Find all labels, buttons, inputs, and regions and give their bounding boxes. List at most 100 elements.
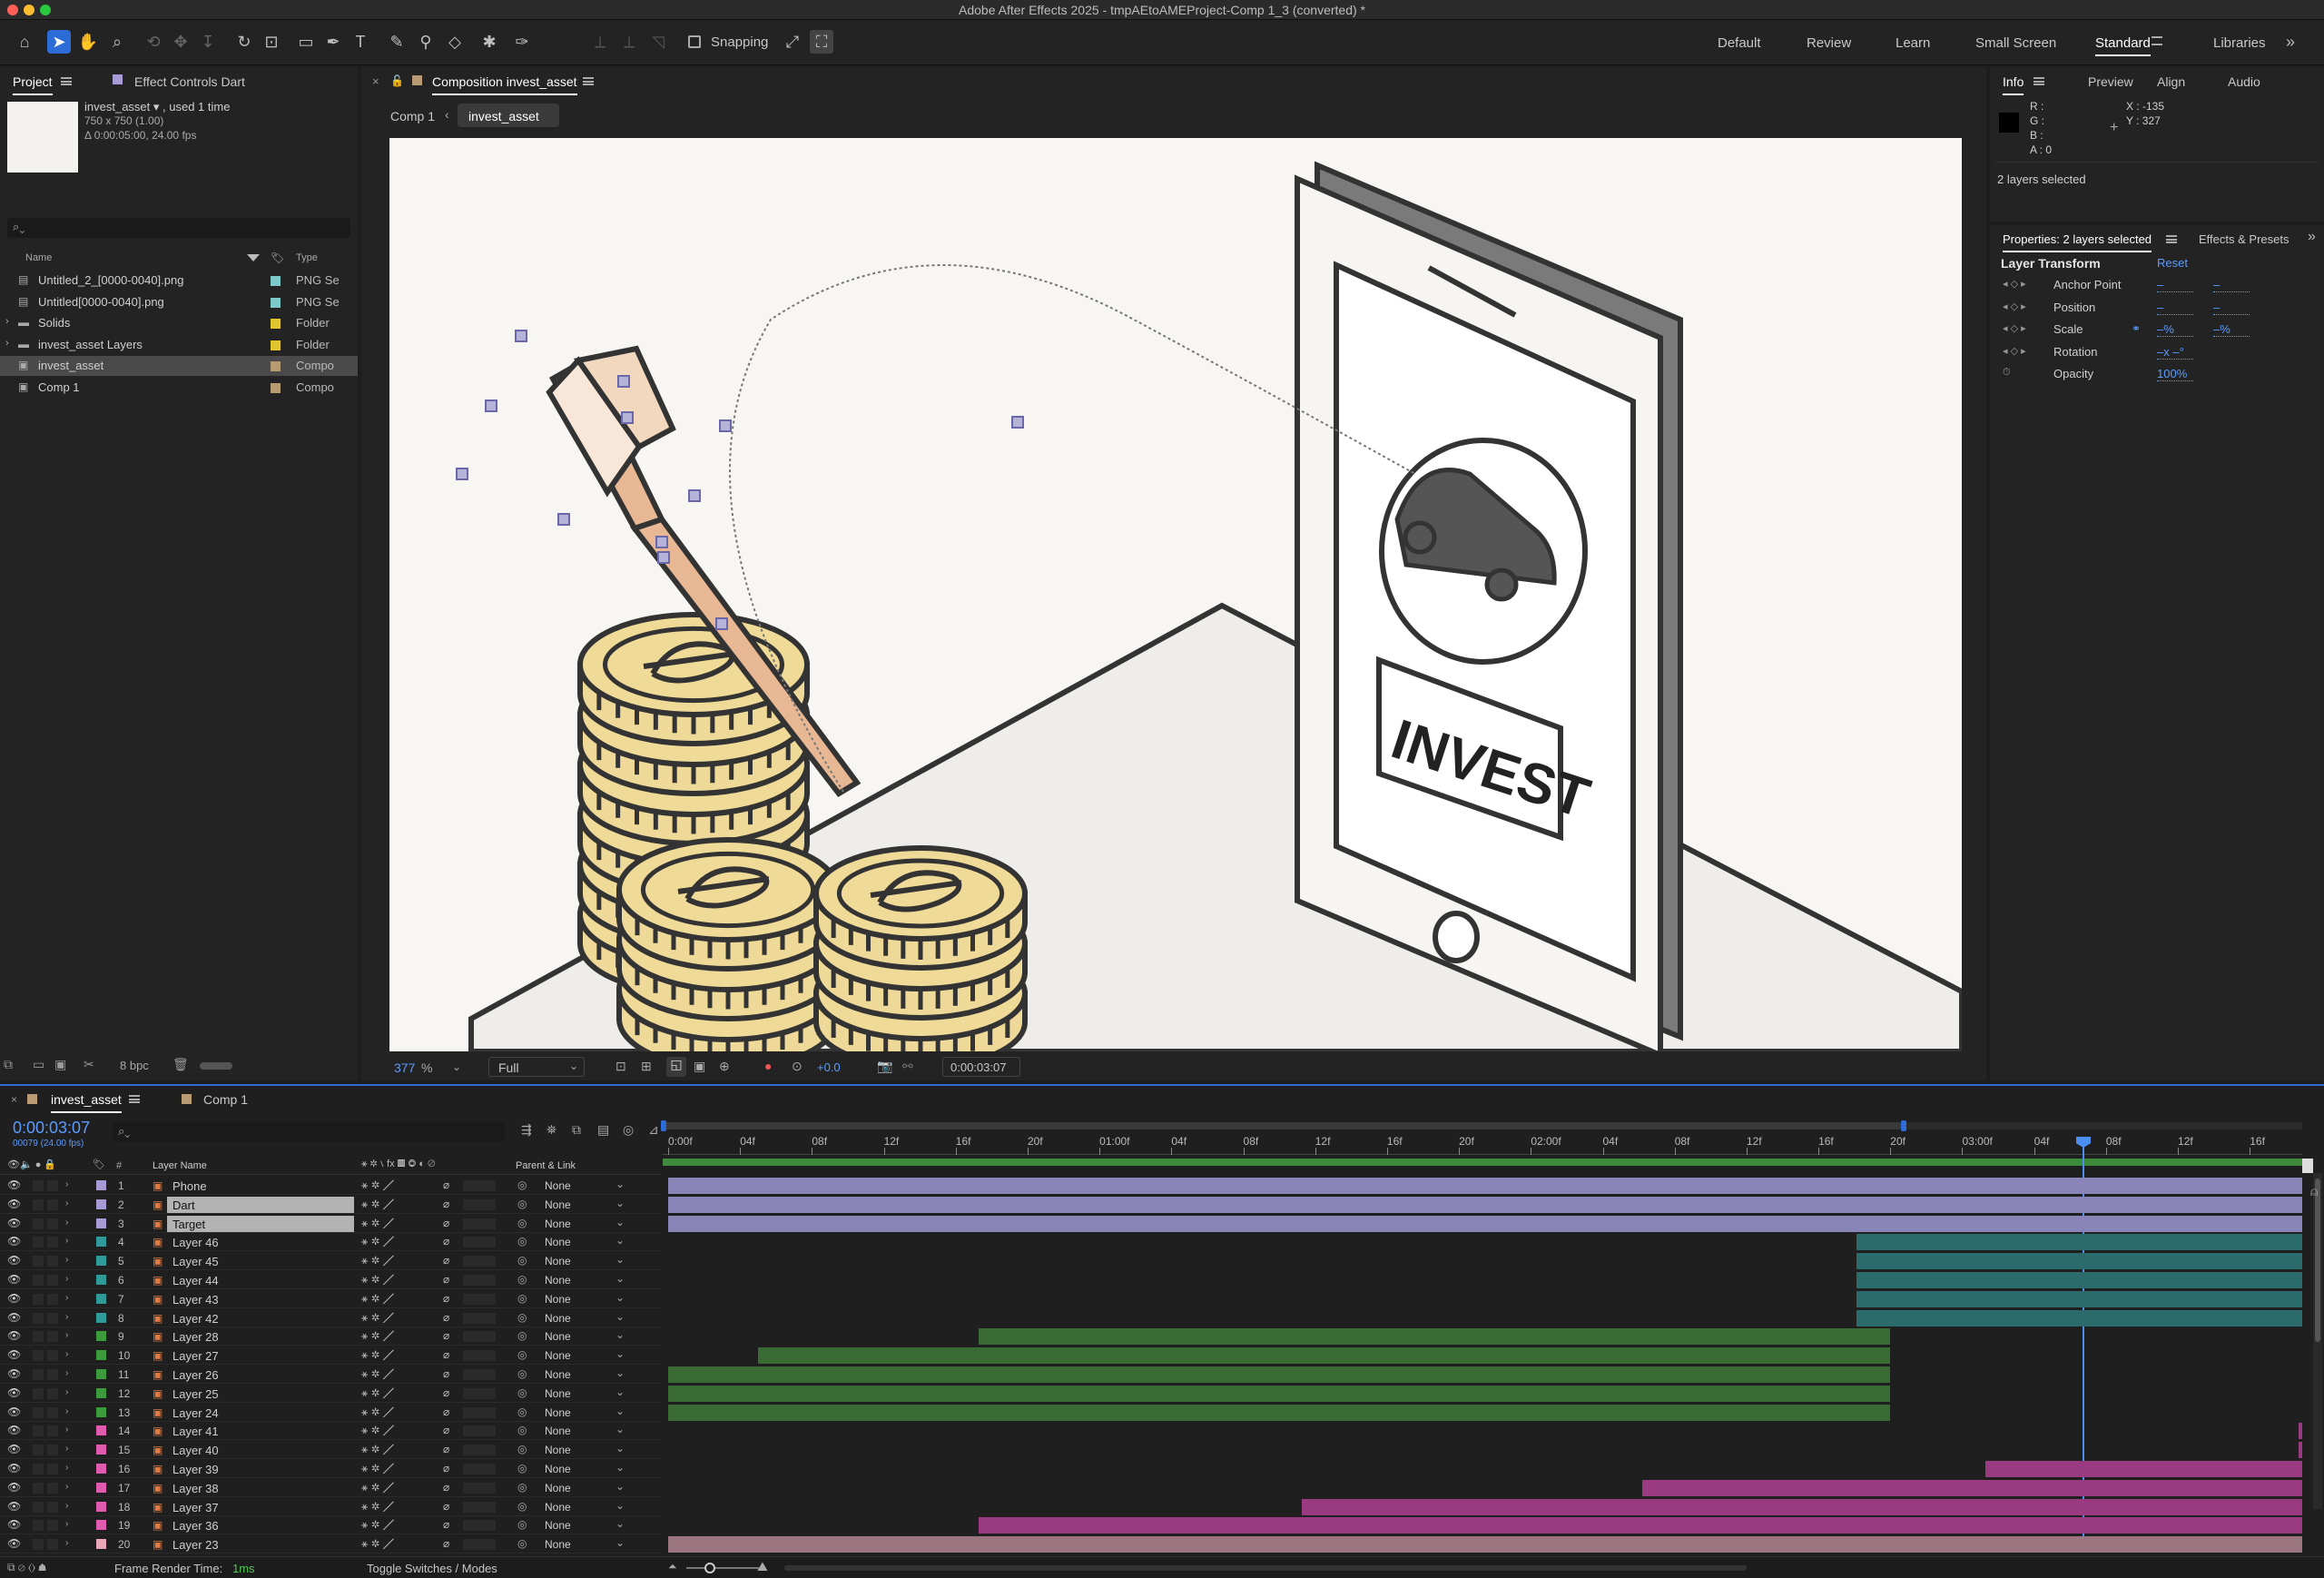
parent-select[interactable]: None xyxy=(545,1425,571,1437)
timeline-search-input[interactable]: ⌕⌄ xyxy=(113,1122,505,1142)
rectangle-tool-icon[interactable]: ▭ xyxy=(294,30,318,54)
layer-mode-boxes[interactable] xyxy=(463,1350,496,1362)
layer-label-swatch[interactable] xyxy=(96,1198,106,1209)
layer-mode-boxes[interactable] xyxy=(463,1293,496,1305)
project-menu-icon[interactable] xyxy=(61,77,72,85)
time-ruler[interactable]: 0:00f 04f 08f 12f 16f 20f 01:00f 04f 08f 12f 16f 20… xyxy=(663,1133,2302,1155)
parent-select[interactable]: None xyxy=(545,1293,571,1306)
layer-duration-bar[interactable] xyxy=(668,1215,2302,1232)
layer-label-swatch[interactable] xyxy=(96,1218,106,1228)
layer-name-field[interactable]: Layer 43 xyxy=(167,1291,354,1307)
property-value-2[interactable]: – xyxy=(2213,301,2250,315)
comp-end-marker[interactable] xyxy=(2302,1159,2313,1173)
axis-local-icon[interactable]: ⟂ xyxy=(588,30,612,54)
layer-duration-bar[interactable] xyxy=(979,1517,2302,1534)
parent-select[interactable]: None xyxy=(545,1274,571,1287)
project-item[interactable]: ▤ Untitled_2_[0000-0040].png PNG Se xyxy=(0,271,358,291)
axis-view-icon[interactable]: ◹ xyxy=(646,30,670,54)
layer-mode-boxes[interactable] xyxy=(463,1237,496,1248)
pickwhip-icon[interactable]: ◎ xyxy=(517,1386,527,1399)
info-menu-icon[interactable] xyxy=(2034,77,2044,85)
clone-stamp-icon[interactable]: ⚲ xyxy=(414,30,438,54)
pickwhip-icon[interactable]: ◎ xyxy=(517,1273,527,1286)
roto-brush-icon[interactable]: ✱ xyxy=(478,30,501,54)
layer-mode-boxes[interactable] xyxy=(463,1539,496,1551)
layer-switch-box[interactable] xyxy=(33,1482,44,1494)
track-matte-icon[interactable]: ⌀ xyxy=(443,1329,449,1342)
layer-mode-boxes[interactable] xyxy=(463,1445,496,1456)
chevron-down-icon[interactable]: ⌄ xyxy=(615,1328,625,1341)
layer-label-swatch[interactable] xyxy=(96,1387,106,1398)
expand-layer-icon[interactable]: › xyxy=(65,1218,68,1228)
panel-overflow-icon[interactable]: » xyxy=(2308,229,2316,245)
expand-layer-icon[interactable]: › xyxy=(65,1519,68,1529)
label-color-swatch[interactable] xyxy=(271,382,281,393)
layer-row[interactable]: 👁 › ▣ 14 Layer 41 ⚹✲╱ ⌀ ◎ None ⌄ xyxy=(0,1422,661,1441)
track-matte-icon[interactable]: ⌀ xyxy=(443,1311,449,1324)
snap-edges-icon[interactable]: ⛶ xyxy=(810,30,833,54)
reset-link[interactable]: Reset xyxy=(2157,256,2188,270)
expand-layer-icon[interactable]: › xyxy=(65,1330,68,1340)
expand-layer-icon[interactable]: › xyxy=(65,1444,68,1454)
layer-duration-bar[interactable] xyxy=(1984,1461,2302,1477)
layer-duration-bar[interactable] xyxy=(758,1347,1891,1365)
layer-row[interactable]: 👁 › ▣ 12 Layer 25 ⚹✲╱ ⌀ ◎ None ⌄ xyxy=(0,1385,661,1403)
eye-visibility-icon[interactable]: 👁 xyxy=(7,1273,21,1286)
expand-arrow-icon[interactable]: › xyxy=(5,338,9,349)
track-matte-icon[interactable]: ⌀ xyxy=(443,1367,449,1380)
layer-row[interactable]: 👁 › ▣ 11 Layer 26 ⚹✲╱ ⌀ ◎ None ⌄ xyxy=(0,1366,661,1384)
zoom-tool-icon[interactable]: ⌕ xyxy=(105,30,129,54)
layer-switch-box[interactable] xyxy=(47,1275,58,1286)
track-matte-icon[interactable]: ⌀ xyxy=(443,1273,449,1286)
label-color-swatch[interactable] xyxy=(271,340,281,350)
layer-mode-boxes[interactable] xyxy=(463,1256,496,1267)
layer-row[interactable]: 👁 › ▣ 18 Layer 37 ⚹✲╱ ⌀ ◎ None ⌄ xyxy=(0,1498,661,1516)
layer-switch-box[interactable] xyxy=(33,1237,44,1248)
chevron-down-icon[interactable]: ⌄ xyxy=(615,1216,625,1228)
layer-row[interactable]: 👁 › ▣ 4 Layer 46 ⚹✲╱ ⌀ ◎ None ⌄ xyxy=(0,1233,661,1252)
interpret-footage-icon[interactable]: ⧉ xyxy=(4,1057,13,1072)
expand-layer-icon[interactable]: › xyxy=(65,1406,68,1416)
layer-label-swatch[interactable] xyxy=(96,1275,106,1285)
eye-visibility-icon[interactable]: 👁 xyxy=(7,1292,21,1305)
layer-switch-box[interactable] xyxy=(47,1520,58,1532)
layer-switch-box[interactable] xyxy=(47,1445,58,1456)
timeline-zoom-slider[interactable] xyxy=(686,1563,759,1573)
chevron-down-icon[interactable]: ⌄ xyxy=(615,1178,625,1190)
chevron-down-icon[interactable]: ⌄ xyxy=(615,1291,625,1304)
tab-timeline-invest-asset[interactable]: invest_asset xyxy=(51,1092,122,1113)
layer-label-swatch[interactable] xyxy=(96,1180,106,1190)
track-matte-icon[interactable]: ⌀ xyxy=(443,1217,449,1229)
tab-properties[interactable]: Properties: 2 layers selected xyxy=(2003,232,2152,252)
grid-options-icon[interactable]: ⊕ xyxy=(719,1059,730,1074)
mask-visibility-icon[interactable]: ◱ xyxy=(666,1057,686,1077)
layer-duration-bar[interactable] xyxy=(668,1404,1891,1421)
layer-switches-icons[interactable]: ⚹✲╱ xyxy=(361,1405,398,1419)
track-matte-icon[interactable]: ⌀ xyxy=(443,1443,449,1455)
expand-layer-icon[interactable]: › xyxy=(65,1368,68,1378)
chevron-down-icon[interactable]: ⌄ xyxy=(615,1405,625,1417)
project-item[interactable]: ▣ invest_asset Compo xyxy=(0,356,358,376)
layer-switch-box[interactable] xyxy=(33,1464,44,1474)
constrain-proportions-icon[interactable]: ⚭ xyxy=(2132,322,2141,335)
parent-select[interactable]: None xyxy=(545,1198,571,1211)
layer-switches-icons[interactable]: ⚹✲╱ xyxy=(361,1500,398,1514)
layer-mode-boxes[interactable] xyxy=(463,1482,496,1494)
layer-duration-bar[interactable] xyxy=(1856,1290,2302,1307)
chevron-down-icon[interactable]: ⌄ xyxy=(615,1499,625,1512)
layer-switches-icons[interactable]: ⚹✲╱ xyxy=(361,1217,398,1230)
chevron-down-icon[interactable]: ⌄ xyxy=(615,1442,625,1455)
eye-visibility-icon[interactable]: 👁 xyxy=(7,1424,21,1436)
draft-3d-icon[interactable]: ⛯ xyxy=(547,1122,556,1138)
parent-select[interactable]: None xyxy=(545,1463,571,1475)
parent-select[interactable]: None xyxy=(545,1406,571,1419)
tab-composition[interactable]: Composition invest_asset xyxy=(432,74,577,95)
eye-visibility-icon[interactable]: 👁 xyxy=(7,1405,21,1418)
chevron-down-icon[interactable]: ⌄ xyxy=(615,1536,625,1549)
layer-switches-icons[interactable]: ⚹✲╱ xyxy=(361,1537,398,1551)
chevron-down-icon[interactable]: ⌄ xyxy=(615,1310,625,1323)
eye-visibility-icon[interactable]: 👁 xyxy=(7,1235,21,1248)
layer-name-field[interactable]: Phone xyxy=(167,1178,354,1194)
layer-switches-icons[interactable]: ⚹✲╱ xyxy=(361,1386,398,1400)
home-icon[interactable]: ⌂ xyxy=(13,30,36,54)
